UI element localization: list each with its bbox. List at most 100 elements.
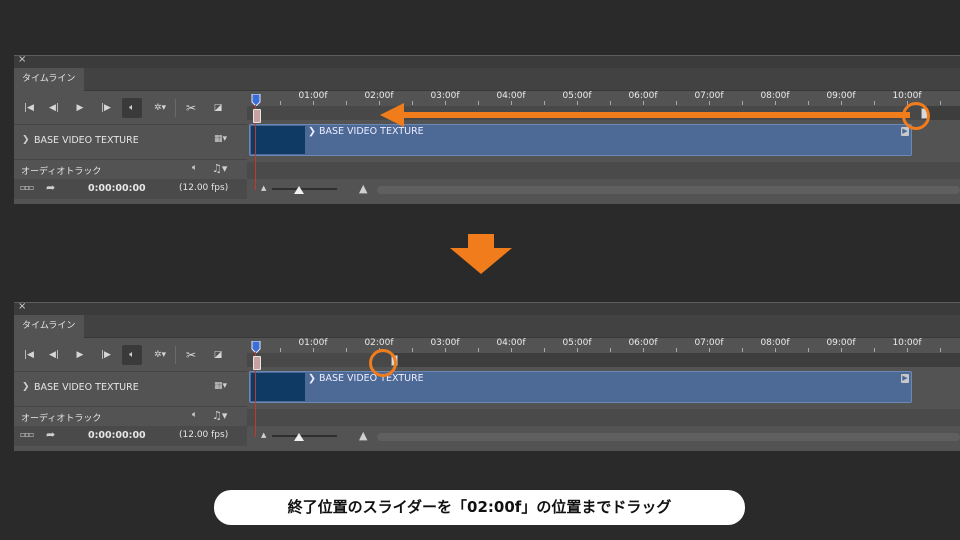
zoom-controls: ▲ ▲ (247, 429, 960, 447)
timeline-panel-after: × タイムライン |◀ ◀| ▶ |▶ 🔈︎ ✲▾ ✂ ◪ ❯ BASE VID… (14, 301, 960, 451)
instruction-caption: 終了位置のスライダーを「02:00f」の位置までドラッグ (214, 490, 745, 525)
ruler-label: 05:00f (562, 338, 592, 348)
next-frame-icon[interactable]: |▶ (98, 347, 114, 363)
go-to-first-frame-icon[interactable]: |◀ (21, 347, 37, 363)
ruler-label: 07:00f (694, 91, 724, 101)
work-area-start-slider[interactable] (253, 356, 261, 370)
time-ruler[interactable]: 01:00f 02:00f 03:00f 04:00f 05:00f 06:00… (247, 338, 960, 352)
tab-timeline[interactable]: タイムライン (14, 68, 84, 91)
chevron-right-icon: ❯ (308, 373, 319, 384)
zoom-in-icon[interactable]: ▲ (359, 429, 367, 442)
zoom-slider-thumb[interactable] (294, 433, 304, 441)
render-icon[interactable]: ▫▫▫ (20, 430, 34, 439)
zoom-out-icon[interactable]: ▲ (261, 431, 266, 439)
timeline-area: 01:00f 02:00f 03:00f 04:00f 05:00f 06:00… (247, 338, 960, 451)
settings-icon[interactable]: ✲▾ (152, 347, 168, 363)
playhead-icon[interactable] (251, 341, 261, 353)
toolbar-divider (175, 346, 176, 364)
transition-icon[interactable]: ◪ (210, 347, 226, 363)
audio-track-header[interactable]: オーディオトラック 🔈︎ ♫▾ (14, 407, 247, 426)
tab-row: タイムライン (14, 315, 960, 338)
split-icon[interactable]: ✂ (183, 100, 199, 116)
ruler-label: 08:00f (760, 338, 790, 348)
clip-end-icon[interactable]: ▶ (901, 127, 909, 136)
film-icon[interactable]: ▦▾ (214, 134, 227, 144)
fps-label: (12.00 fps) (179, 430, 229, 440)
track-header-column: |◀ ◀| ▶ |▶ 🔈︎ ✲▾ ✂ ◪ ❯ BASE VIDEO TEXTUR… (14, 338, 247, 451)
play-icon[interactable]: ▶ (72, 100, 88, 116)
timecode: 0:00:00:00 (88, 183, 146, 194)
status-bar: ▫▫▫ ➦ 0:00:00:00 (12.00 fps) (14, 426, 247, 446)
clip-label: BASE VIDEO TEXTURE (318, 373, 424, 384)
play-icon[interactable]: ▶ (72, 347, 88, 363)
zoom-slider[interactable] (272, 188, 337, 190)
ruler-label: 04:00f (496, 338, 526, 348)
ruler-label: 10:00f (892, 338, 922, 348)
track-header-column: |◀ ◀| ▶ |▶ 🔈︎ ✲▾ ✂ ◪ ❯ BASE VIDEO TEXTUR… (14, 91, 247, 204)
close-icon[interactable]: × (18, 301, 26, 312)
work-area-bar[interactable] (247, 353, 960, 367)
chevron-right-icon[interactable]: ❯ (22, 135, 30, 145)
video-clip[interactable]: ❯ BASE VIDEO TEXTURE ▶ (249, 371, 912, 403)
timeline-panel-before: × タイムライン |◀ ◀| ▶ |▶ 🔈︎ ✲▾ ✂ ◪ ❯ BASE VID… (14, 54, 960, 204)
audio-track-header[interactable]: オーディオトラック 🔈︎ ♫▾ (14, 160, 247, 179)
down-arrow-icon (450, 234, 512, 274)
ruler-label: 01:00f (298, 338, 328, 348)
zoom-slider[interactable] (272, 435, 337, 437)
video-track-header[interactable]: ❯ BASE VIDEO TEXTURE ▦▾ (14, 125, 247, 160)
audio-mute-icon[interactable]: 🔈︎ (192, 163, 197, 173)
ruler-label: 02:00f (364, 91, 394, 101)
arrow-icon[interactable]: ➦ (46, 428, 55, 441)
clip-end-icon[interactable]: ▶ (901, 374, 909, 383)
clip-thumbnail (251, 373, 305, 401)
video-clip[interactable]: ❯ BASE VIDEO TEXTURE ▶ (249, 124, 912, 156)
go-to-first-frame-icon[interactable]: |◀ (21, 100, 37, 116)
audio-mute-icon[interactable]: 🔈︎ (192, 410, 197, 420)
highlight-ring-after (369, 349, 397, 377)
horizontal-scrollbar[interactable] (377, 186, 960, 194)
zoom-out-icon[interactable]: ▲ (261, 184, 266, 192)
close-icon[interactable]: × (18, 54, 26, 65)
status-bar: ▫▫▫ ➦ 0:00:00:00 (12.00 fps) (14, 179, 247, 199)
music-icon[interactable]: ♫▾ (212, 409, 227, 422)
film-icon[interactable]: ▦▾ (214, 381, 227, 391)
ruler-label: 08:00f (760, 91, 790, 101)
chevron-right-icon[interactable]: ❯ (22, 382, 30, 392)
arrow-icon[interactable]: ➦ (46, 181, 55, 194)
video-track-lane: ❯ BASE VIDEO TEXTURE ▶ (247, 124, 960, 160)
tab-timeline[interactable]: タイムライン (14, 315, 84, 338)
split-icon[interactable]: ✂ (183, 347, 199, 363)
audio-icon[interactable]: 🔈︎ (122, 345, 142, 365)
next-frame-icon[interactable]: |▶ (98, 100, 114, 116)
audio-icon[interactable]: 🔈︎ (122, 98, 142, 118)
zoom-slider-thumb[interactable] (294, 186, 304, 194)
audio-track-label: オーディオトラック (21, 167, 102, 177)
panel-topbar: × (14, 301, 960, 315)
ruler-label: 09:00f (826, 91, 856, 101)
tab-row: タイムライン (14, 68, 960, 91)
render-icon[interactable]: ▫▫▫ (20, 183, 34, 192)
video-track-label: BASE VIDEO TEXTURE (34, 135, 139, 146)
video-track-header[interactable]: ❯ BASE VIDEO TEXTURE ▦▾ (14, 372, 247, 407)
zoom-controls: ▲ ▲ (247, 182, 960, 200)
playhead-icon[interactable] (251, 94, 261, 106)
timecode: 0:00:00:00 (88, 430, 146, 441)
work-area-start-slider[interactable] (253, 109, 261, 123)
zoom-in-icon[interactable]: ▲ (359, 182, 367, 195)
ruler-label: 06:00f (628, 91, 658, 101)
settings-icon[interactable]: ✲▾ (152, 100, 168, 116)
ruler-label: 03:00f (430, 338, 460, 348)
ruler-label: 05:00f (562, 91, 592, 101)
ruler-label: 01:00f (298, 91, 328, 101)
music-icon[interactable]: ♫▾ (212, 162, 227, 175)
previous-frame-icon[interactable]: ◀| (46, 347, 62, 363)
horizontal-scrollbar[interactable] (377, 433, 960, 441)
audio-track-lane (247, 409, 960, 426)
fps-label: (12.00 fps) (179, 183, 229, 193)
previous-frame-icon[interactable]: ◀| (46, 100, 62, 116)
ruler-label: 09:00f (826, 338, 856, 348)
clip-label: BASE VIDEO TEXTURE (318, 126, 424, 137)
ruler-label: 06:00f (628, 338, 658, 348)
transition-icon[interactable]: ◪ (210, 100, 226, 116)
ruler-label: 07:00f (694, 338, 724, 348)
